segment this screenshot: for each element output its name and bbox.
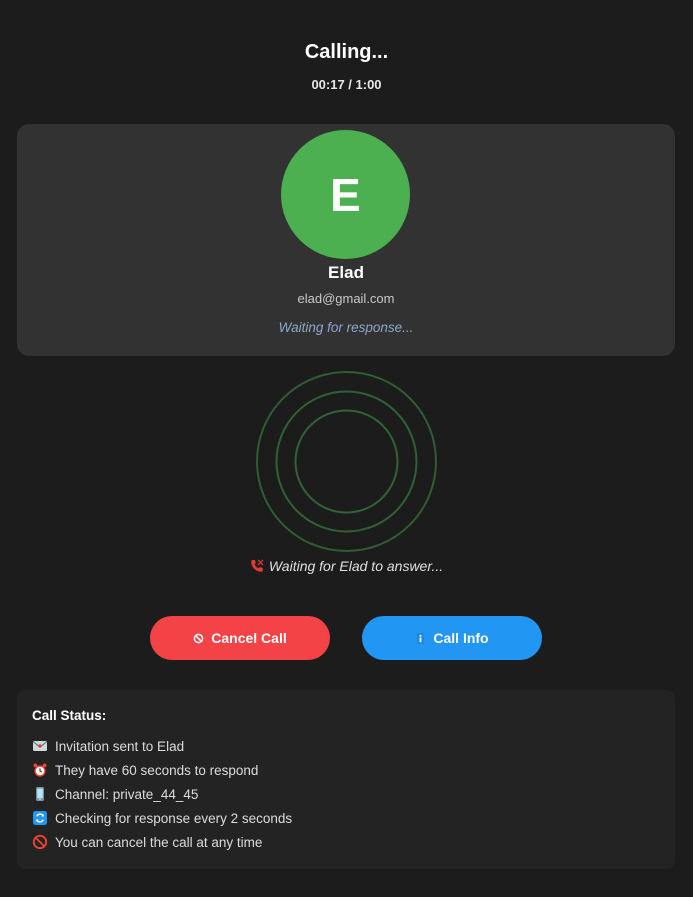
phone-icon [251, 559, 264, 572]
alarm-clock-icon [33, 763, 47, 777]
envelope-icon [33, 741, 47, 751]
status-item-channel: Channel: private_44_45 [32, 782, 292, 806]
status-item-timeout: They have 60 seconds to respond [32, 758, 292, 782]
prohibited-icon [32, 834, 48, 850]
call-status-panel: Call Status: Invitation sent to Elad The… [17, 690, 675, 869]
no-entry-icon [193, 633, 204, 643]
pulse-ring-outer [256, 371, 437, 552]
call-title: Calling... [304, 41, 389, 63]
contact-card: E Elad elad@gmail.com Waiting for respon… [17, 124, 675, 356]
pulse-ring-middle [275, 390, 418, 533]
avatar: E [281, 130, 410, 259]
mobile-phone-icon [36, 787, 44, 801]
waiting-for-answer-text: Waiting for Elad to answer... [268, 558, 444, 574]
call-status-list: Invitation sent to Elad They have 60 sec… [32, 734, 292, 854]
cancel-call-label: Cancel Call [211, 630, 287, 646]
waiting-response-text: Waiting for response... [278, 320, 414, 335]
contact-email: elad@gmail.com [297, 291, 395, 306]
calling-pulse-rings [256, 371, 437, 552]
status-item-text: You can cancel the call at any time [55, 834, 263, 850]
status-item-text: Checking for response every 2 seconds [55, 810, 293, 826]
status-item-text: Channel: private_44_45 [55, 786, 199, 802]
info-icon [417, 632, 425, 644]
call-info-label: Call Info [433, 630, 489, 646]
waiting-for-answer: Waiting for Elad to answer... [0, 558, 693, 574]
refresh-icon [33, 811, 47, 825]
contact-name: Elad [328, 263, 364, 282]
status-item-text: They have 60 seconds to respond [55, 762, 259, 778]
call-status-title: Call Status: [32, 708, 107, 723]
status-item-polling: Checking for response every 2 seconds [32, 806, 292, 830]
status-item-text: Invitation sent to Elad [55, 738, 185, 754]
status-item-cancel-hint: You can cancel the call at any time [32, 830, 292, 854]
status-item-invitation: Invitation sent to Elad [32, 734, 292, 758]
avatar-initial: E [330, 168, 361, 221]
cancel-call-button[interactable]: Cancel Call [150, 616, 330, 660]
call-timer: 00:17 / 1:00 [311, 77, 382, 92]
pulse-ring-inner [294, 409, 399, 514]
call-info-button[interactable]: Call Info [362, 616, 542, 660]
